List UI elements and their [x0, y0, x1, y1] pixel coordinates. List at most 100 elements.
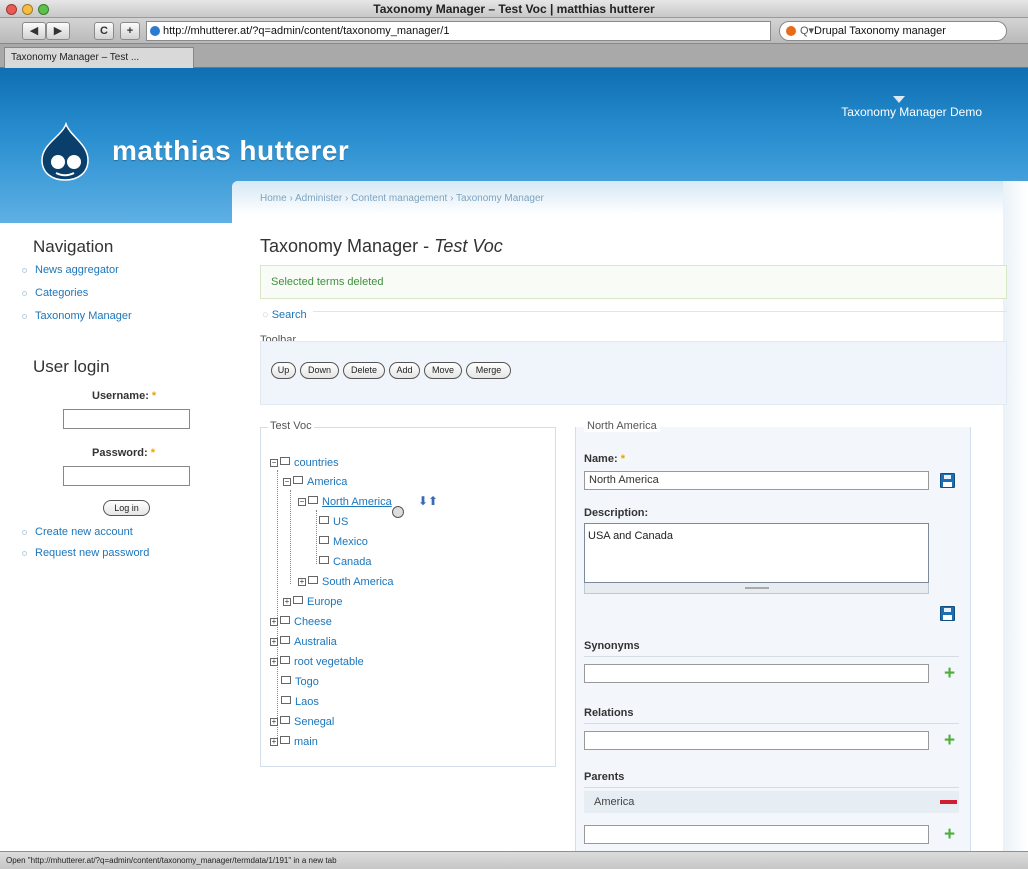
- tree-item-laos[interactable]: Laos: [281, 696, 319, 709]
- tree-item-south-america[interactable]: + South America: [298, 576, 394, 589]
- term-checkbox[interactable]: [319, 556, 329, 564]
- merge-button[interactable]: Merge: [466, 362, 511, 379]
- tree-item-label[interactable]: Mexico: [333, 536, 368, 548]
- delete-button[interactable]: Delete: [343, 362, 385, 379]
- request-password-link[interactable]: Request new password: [35, 547, 149, 559]
- tree-item-label[interactable]: Canada: [333, 556, 372, 568]
- sidebar-item-categories[interactable]: Categories: [35, 287, 88, 299]
- tree-item-america[interactable]: − America: [283, 476, 347, 489]
- site-name[interactable]: matthias hutterer: [112, 135, 349, 167]
- tree-item-label[interactable]: root vegetable: [294, 656, 364, 668]
- tree-item-label[interactable]: Australia: [294, 636, 337, 648]
- term-checkbox[interactable]: [281, 676, 291, 684]
- expand-icon[interactable]: +: [270, 738, 278, 746]
- add-synonym-icon[interactable]: +: [944, 664, 955, 683]
- relations-field[interactable]: [584, 731, 929, 750]
- term-checkbox[interactable]: [280, 457, 290, 465]
- tree-item-label[interactable]: main: [294, 736, 318, 748]
- password-label: Password: *: [92, 447, 155, 459]
- collapse-icon[interactable]: −: [270, 459, 278, 467]
- tree-item-europe[interactable]: + Europe: [283, 596, 342, 609]
- tree-item-label[interactable]: Cheese: [294, 616, 332, 628]
- term-checkbox[interactable]: [293, 596, 303, 604]
- weight-arrows-icon[interactable]: ⬇⬆: [418, 494, 438, 508]
- tree-item-label[interactable]: North America: [322, 496, 392, 508]
- term-checkbox[interactable]: [308, 496, 318, 504]
- synonyms-field[interactable]: [584, 664, 929, 683]
- tree-item-label[interactable]: South America: [322, 576, 394, 588]
- expand-icon[interactable]: +: [270, 638, 278, 646]
- create-account-link[interactable]: Create new account: [35, 526, 133, 538]
- tree-item-north-america[interactable]: − North America: [298, 496, 392, 509]
- tree-item-mexico[interactable]: Mexico: [319, 536, 368, 549]
- add-relation-icon[interactable]: +: [944, 731, 955, 750]
- tree-item-label[interactable]: Togo: [295, 676, 319, 688]
- collapse-icon[interactable]: −: [283, 478, 291, 486]
- save-name-icon[interactable]: [940, 473, 955, 488]
- sidebar-item-taxonomy-manager[interactable]: Taxonomy Manager: [35, 310, 132, 322]
- close-window-button[interactable]: [6, 4, 17, 15]
- move-button[interactable]: Move: [424, 362, 462, 379]
- primary-link-taxonomy-demo[interactable]: Taxonomy Manager Demo: [841, 105, 982, 119]
- username-field[interactable]: [63, 409, 190, 429]
- tree-item-australia[interactable]: + Australia: [270, 636, 337, 649]
- sidebar-item-news-aggregator[interactable]: News aggregator: [35, 264, 119, 276]
- tree-item-canada[interactable]: Canada: [319, 556, 372, 569]
- tree-item-main[interactable]: + main: [270, 736, 318, 749]
- log-in-button[interactable]: Log in: [103, 500, 150, 516]
- search-collapsible-link[interactable]: ○ Search: [260, 309, 313, 321]
- reload-button[interactable]: C: [94, 22, 114, 40]
- back-button[interactable]: ◀: [22, 22, 46, 40]
- tree-item-label[interactable]: Europe: [307, 596, 342, 608]
- tree-item-us[interactable]: US: [319, 516, 348, 529]
- tree-item-label[interactable]: America: [307, 476, 347, 488]
- expand-icon[interactable]: +: [298, 578, 306, 586]
- add-parent-icon[interactable]: +: [944, 825, 955, 844]
- term-checkbox[interactable]: [280, 616, 290, 624]
- password-field[interactable]: [63, 466, 190, 486]
- minimize-window-button[interactable]: [22, 4, 33, 15]
- tree-item-label[interactable]: countries: [294, 457, 339, 469]
- expand-icon[interactable]: +: [283, 598, 291, 606]
- description-field[interactable]: USA and Canada: [584, 523, 929, 583]
- tree-item-root-vegetable[interactable]: + root vegetable: [270, 656, 364, 669]
- down-button[interactable]: Down: [300, 362, 339, 379]
- save-description-icon[interactable]: [940, 606, 955, 621]
- search-input[interactable]: Q▾ Drupal Taxonomy manager: [779, 21, 1007, 41]
- term-checkbox[interactable]: [319, 516, 329, 524]
- drupal-logo-icon[interactable]: [36, 122, 94, 182]
- name-field[interactable]: North America: [584, 471, 929, 490]
- collapse-icon[interactable]: −: [298, 498, 306, 506]
- term-checkbox[interactable]: [319, 536, 329, 544]
- username-label: Username: *: [92, 390, 156, 402]
- up-button[interactable]: Up: [271, 362, 296, 379]
- zoom-window-button[interactable]: [38, 4, 49, 15]
- parent-term[interactable]: America: [594, 796, 634, 808]
- textarea-resize-handle[interactable]: [584, 583, 929, 594]
- tree-item-cheese[interactable]: + Cheese: [270, 616, 332, 629]
- term-checkbox[interactable]: [308, 576, 318, 584]
- tree-item-label[interactable]: US: [333, 516, 348, 528]
- term-checkbox[interactable]: [293, 476, 303, 484]
- breadcrumb[interactable]: Home › Administer › Content management ›…: [260, 193, 544, 204]
- term-checkbox[interactable]: [280, 636, 290, 644]
- add-button[interactable]: Add: [389, 362, 420, 379]
- term-checkbox[interactable]: [281, 696, 291, 704]
- term-checkbox[interactable]: [280, 656, 290, 664]
- term-checkbox[interactable]: [280, 716, 290, 724]
- tree-item-label[interactable]: Senegal: [294, 716, 334, 728]
- term-checkbox[interactable]: [280, 736, 290, 744]
- forward-button[interactable]: ▶: [46, 22, 70, 40]
- expand-icon[interactable]: +: [270, 718, 278, 726]
- tree-item-senegal[interactable]: + Senegal: [270, 716, 334, 729]
- address-bar[interactable]: http://mhutterer.at/?q=admin/content/tax…: [146, 21, 771, 41]
- tree-item-label[interactable]: Laos: [295, 696, 319, 708]
- parents-field[interactable]: [584, 825, 929, 844]
- tree-item-togo[interactable]: Togo: [281, 676, 319, 689]
- remove-parent-icon[interactable]: [940, 800, 957, 804]
- expand-icon[interactable]: +: [270, 618, 278, 626]
- tree-item-countries[interactable]: − countries: [270, 457, 339, 470]
- tab-taxonomy-manager[interactable]: Taxonomy Manager – Test ...: [4, 47, 194, 68]
- add-bookmark-button[interactable]: +: [120, 22, 140, 40]
- expand-icon[interactable]: +: [270, 658, 278, 666]
